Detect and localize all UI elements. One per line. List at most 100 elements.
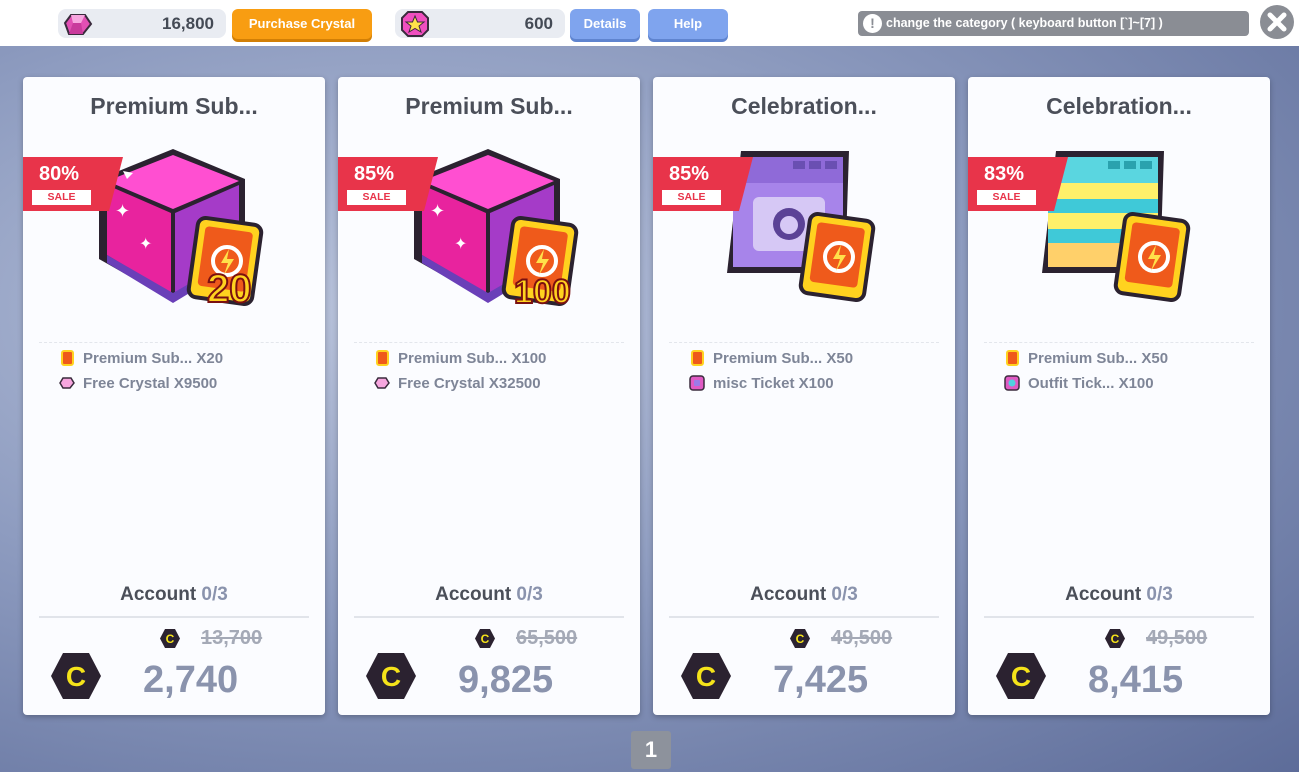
reward-item: Free Crystal X9500 — [83, 375, 218, 392]
coin-icon: C — [160, 629, 180, 648]
purchase-crystal-button[interactable]: Purchase Crystal — [232, 9, 372, 39]
svg-text:C: C — [696, 661, 716, 692]
divider — [669, 342, 939, 343]
sale-label: SALE — [977, 190, 1036, 205]
star-balance: 600 — [395, 9, 565, 38]
purchase-limit: Account 0/3 — [653, 584, 955, 606]
page-button-1[interactable]: 1 — [631, 731, 671, 769]
sale-percent: 80% — [39, 163, 80, 185]
card-title: Celebration... — [1046, 93, 1192, 119]
quantity-badge: 20 — [206, 266, 252, 312]
sale-badge: 83% SALE — [968, 157, 1068, 211]
sub-ticket-icon — [61, 350, 74, 366]
details-button[interactable]: Details — [570, 9, 640, 39]
shop-card-4[interactable]: Celebration... 83% SALE Premium Sub... X… — [968, 77, 1270, 715]
top-bar: 16,800 Purchase Crystal 600 Details Help… — [0, 0, 1299, 46]
coin-icon: C — [51, 653, 101, 699]
original-price: 13,700 — [201, 627, 263, 649]
coin-icon: C — [475, 629, 495, 648]
account-label: Account — [1065, 584, 1142, 605]
star-amount: 600 — [524, 14, 553, 33]
sale-percent: 85% — [354, 163, 395, 185]
card-title: Premium Sub... — [90, 93, 258, 119]
sale-label: SALE — [32, 190, 91, 205]
account-label: Account — [750, 584, 827, 605]
coin-icon: C — [681, 653, 731, 699]
account-count: 0/3 — [1146, 584, 1173, 605]
account-count: 0/3 — [831, 584, 858, 605]
coin-icon: C — [790, 629, 810, 648]
shop-card-2[interactable]: Premium Sub... ✦ ✦ 100 85% SALE Premium … — [338, 77, 640, 715]
coin-icon: C — [366, 653, 416, 699]
sale-price: 7,425 — [773, 659, 869, 701]
crystal-icon — [374, 377, 390, 389]
star-ticket-icon — [400, 10, 430, 43]
divider — [354, 342, 624, 343]
coin-icon: C — [996, 653, 1046, 699]
sale-badge: 80% SALE — [23, 157, 123, 211]
close-button[interactable] — [1260, 5, 1294, 39]
misc-ticket-icon — [689, 375, 705, 391]
purchase-limit: Account 0/3 — [23, 584, 325, 606]
quantity-badge: 100 — [513, 272, 572, 312]
crystal-icon — [63, 10, 93, 43]
original-price: 49,500 — [831, 627, 893, 649]
sale-percent: 85% — [669, 163, 710, 185]
close-icon — [1267, 12, 1287, 32]
svg-text:C: C — [66, 661, 86, 692]
sub-ticket-icon — [691, 350, 704, 366]
crystal-balance: 16,800 — [58, 9, 226, 38]
sale-price: 9,825 — [458, 659, 554, 701]
reward-item: Premium Sub... X100 — [398, 350, 547, 367]
svg-text:✦: ✦ — [454, 234, 467, 253]
sale-label: SALE — [662, 190, 721, 205]
svg-text:✦: ✦ — [139, 234, 152, 253]
notice-text: change the category ( keyboard button [`… — [886, 16, 1163, 30]
shop-card-1[interactable]: Premium Sub... ✦ ✦ 20 80% SALE Premium S… — [23, 77, 325, 715]
price-divider — [984, 616, 1254, 618]
coin-icon: C — [1105, 629, 1125, 648]
original-price: 65,500 — [516, 627, 578, 649]
price-divider — [354, 616, 624, 618]
purchase-limit: Account 0/3 — [338, 584, 640, 606]
sub-ticket-icon — [1006, 350, 1019, 366]
account-count: 0/3 — [516, 584, 543, 605]
reward-item: misc Ticket X100 — [713, 375, 834, 392]
sale-price: 2,740 — [143, 659, 239, 701]
info-icon: ! — [863, 14, 882, 33]
reward-item: Premium Sub... X20 — [83, 350, 224, 367]
original-price: 49,500 — [1146, 627, 1208, 649]
sub-ticket-icon — [376, 350, 389, 366]
reward-item: Premium Sub... X50 — [1028, 350, 1169, 367]
category-notice: ! change the category ( keyboard button … — [858, 11, 1249, 36]
reward-item: Premium Sub... X50 — [713, 350, 854, 367]
outfit-ticket-icon — [1004, 375, 1020, 391]
account-label: Account — [120, 584, 197, 605]
crystal-icon — [59, 377, 75, 389]
svg-text:C: C — [1011, 661, 1031, 692]
account-label: Account — [435, 584, 512, 605]
svg-text:C: C — [166, 632, 175, 646]
card-title: Premium Sub... — [405, 93, 573, 119]
sale-badge: 85% SALE — [653, 157, 753, 211]
svg-text:C: C — [796, 632, 805, 646]
reward-item: Outfit Tick... X100 — [1028, 375, 1154, 392]
account-count: 0/3 — [201, 584, 228, 605]
shop-card-3[interactable]: Celebration... 85% SALE Premium Sub... X… — [653, 77, 955, 715]
sale-price: 8,415 — [1088, 659, 1184, 701]
divider — [39, 342, 309, 343]
svg-text:C: C — [481, 632, 490, 646]
price-divider — [39, 616, 309, 618]
card-title: Celebration... — [731, 93, 877, 119]
sale-label: SALE — [347, 190, 406, 205]
reward-item: Free Crystal X32500 — [398, 375, 541, 392]
sale-badge: 85% SALE — [338, 157, 438, 211]
divider — [984, 342, 1254, 343]
price-divider — [669, 616, 939, 618]
crystal-amount: 16,800 — [162, 14, 214, 33]
help-button[interactable]: Help — [648, 9, 728, 39]
purchase-limit: Account 0/3 — [968, 584, 1270, 606]
svg-text:C: C — [381, 661, 401, 692]
sale-percent: 83% — [984, 163, 1025, 185]
svg-text:C: C — [1111, 632, 1120, 646]
